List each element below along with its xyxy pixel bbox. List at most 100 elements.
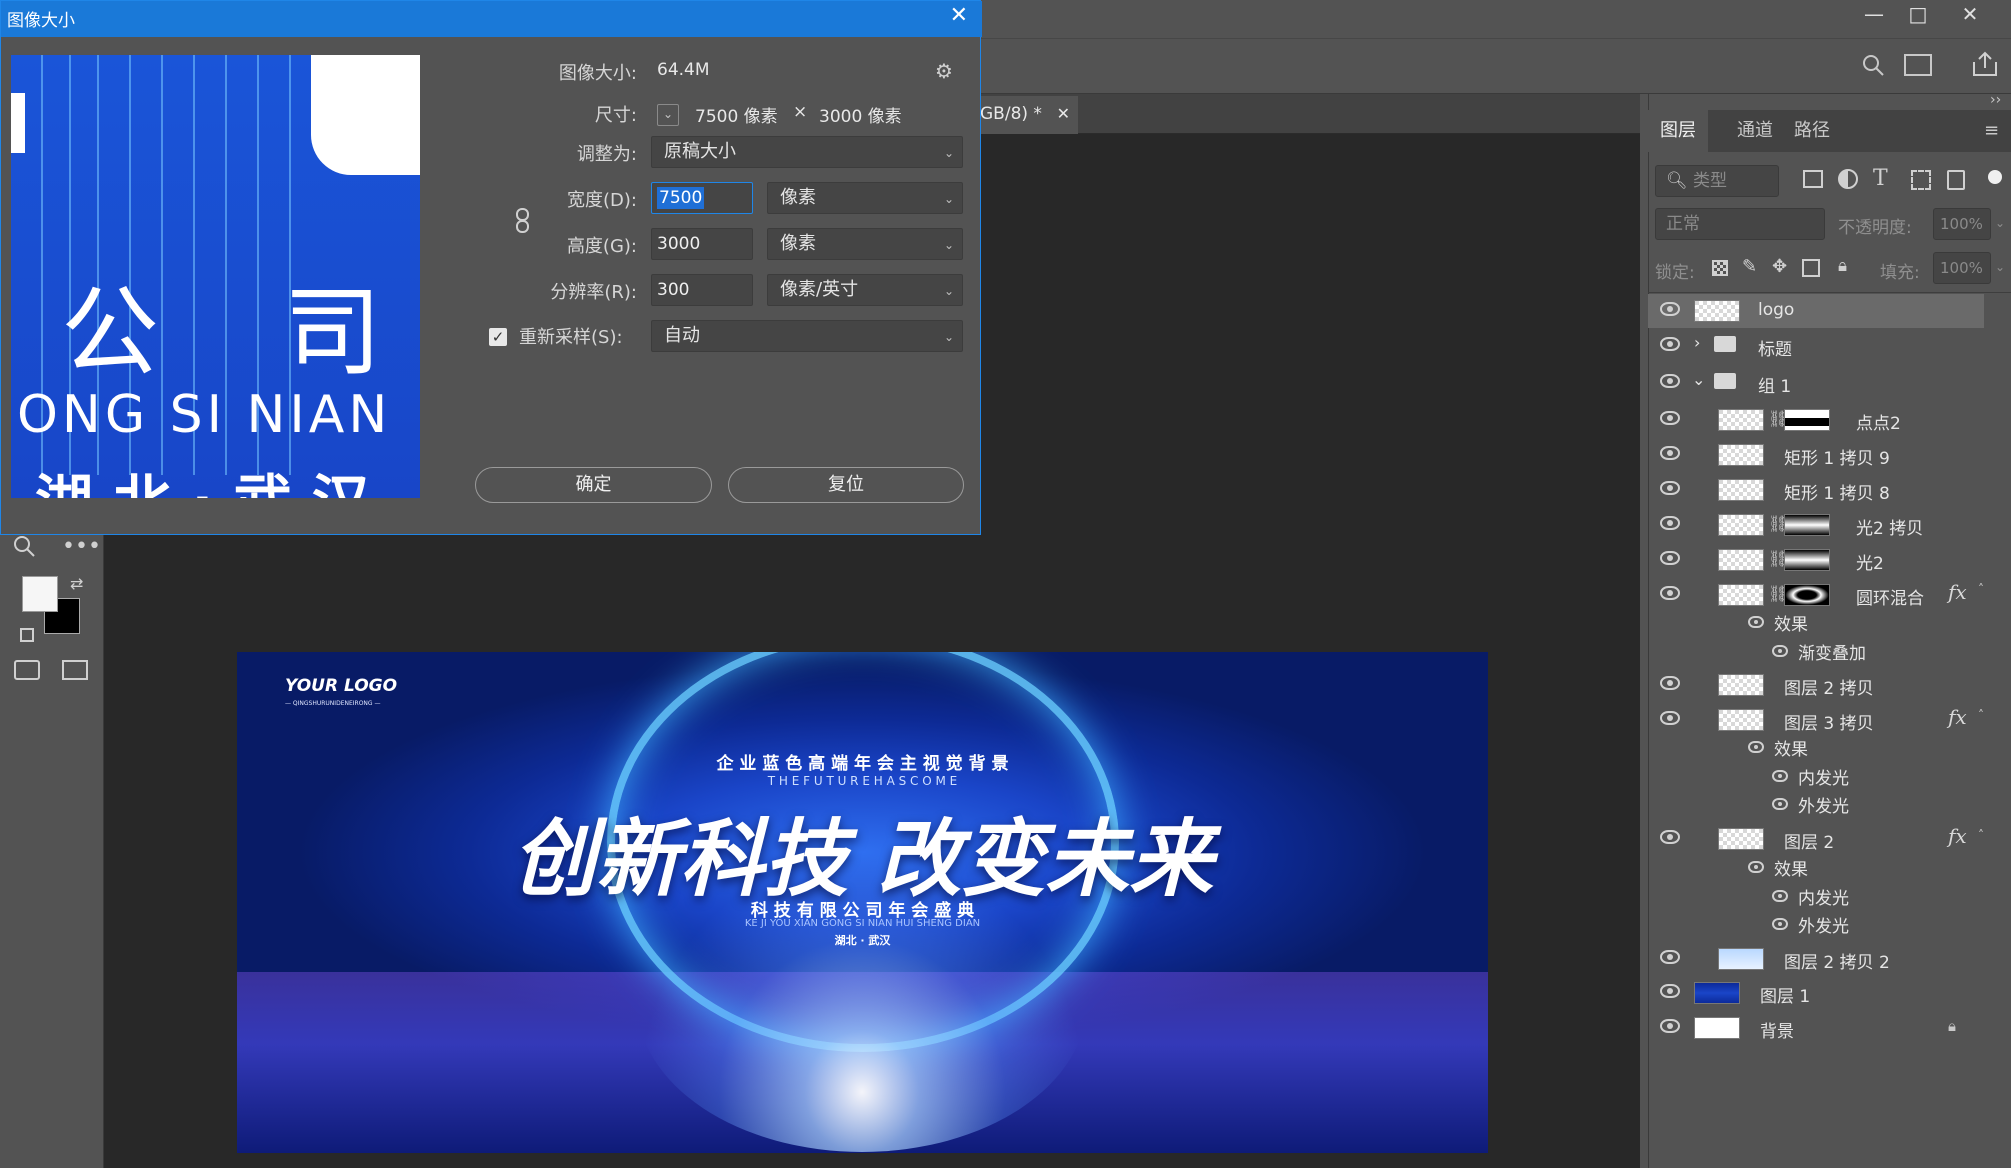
layer-filter-select[interactable]: 🔍︎ 类型 [1655,165,1779,197]
more-tools-icon[interactable]: ••• [62,534,101,559]
document-artwork[interactable]: YOUR LOGO — QINGSHURUNIDENEIRONG — 企 业 蓝… [237,652,1488,1153]
collapse-panels-icon[interactable]: ›› [1990,92,2001,108]
reset-button[interactable]: 复位 [728,467,964,503]
visibility-eye-icon[interactable] [1660,337,1680,351]
visibility-eye-icon[interactable] [1660,302,1680,316]
layer-row[interactable]: 图层 2 拷贝 [1648,668,1984,702]
panel-menu-icon[interactable]: ≡ [1984,120,1999,141]
visibility-eye-icon[interactable] [1772,918,1788,930]
fx-icon[interactable]: fx [1948,824,1967,848]
tab-channels[interactable]: 通道 [1725,110,1785,152]
layer-row[interactable]: 图层 2 [1648,822,1984,856]
layer-row[interactable]: 矩形 1 拷贝 8 [1648,473,1984,507]
layer-row-logo[interactable]: logo [1648,294,1984,328]
ok-button[interactable]: 确定 [475,467,712,503]
visibility-eye-icon[interactable] [1660,830,1680,844]
layer-row[interactable]: 图层 2 拷贝 2 [1648,942,1984,976]
layer-row[interactable]: ⛓︎ 光2 拷贝 [1648,508,1984,542]
resample-checkbox[interactable]: ✓ [489,328,507,346]
effects-header[interactable]: 效果 [1648,608,1984,636]
maximize-icon[interactable]: □ [1892,0,1944,30]
effects-header[interactable]: 效果 [1648,733,1984,761]
visibility-eye-icon[interactable] [1660,586,1680,600]
layer-row-group-title[interactable]: › 标题 [1648,329,1984,363]
layer-row[interactable]: ⛓︎ 圆环混合 [1648,578,1984,612]
visibility-eye-icon[interactable] [1660,711,1680,725]
swap-colors-icon[interactable]: ⇄ [70,574,83,593]
fit-to-select[interactable]: 原稿大小 ⌄ [651,136,963,168]
lock-pixels-icon[interactable]: ✎ [1742,256,1757,277]
screen-mode-icon[interactable] [62,660,88,680]
height-unit-select[interactable]: 像素 ⌄ [767,228,963,260]
lock-transparent-icon[interactable] [1712,260,1728,276]
layer-mask-thumbnail[interactable] [1784,549,1830,571]
workspace-icon[interactable] [1904,54,1932,76]
visibility-eye-icon[interactable] [1772,645,1788,657]
collapse-effects-icon[interactable]: ˄ [1978,828,1984,842]
settings-gear-icon[interactable]: ⚙︎ [935,59,953,83]
width-input[interactable]: 7500 [651,182,753,214]
visibility-eye-icon[interactable] [1660,516,1680,530]
dialog-close-icon[interactable]: ✕ [950,3,968,28]
foreground-color-swatch[interactable] [22,576,58,612]
close-tab-icon[interactable]: ✕ [1057,96,1070,132]
filter-pixel-icon[interactable] [1803,170,1823,188]
visibility-eye-icon[interactable] [1772,890,1788,902]
dimensions-unit-dropdown-icon[interactable]: ⌄ [657,104,679,126]
fx-icon[interactable]: fx [1948,705,1967,729]
collapse-effects-icon[interactable]: ˄ [1978,582,1984,596]
visibility-eye-icon[interactable] [1748,861,1764,873]
image-preview[interactable]: 公 司 ONG SI NIAN 湖 北 · 武 汉 [11,55,420,498]
visibility-eye-icon[interactable] [1660,411,1680,425]
layer-mask-thumbnail[interactable] [1784,584,1830,606]
lock-position-icon[interactable]: ✥ [1772,256,1787,277]
resample-select[interactable]: 自动 ⌄ [651,320,963,352]
visibility-eye-icon[interactable] [1660,676,1680,690]
filter-shape-icon[interactable] [1911,170,1931,190]
fill-input[interactable]: 100% [1933,252,1991,284]
visibility-eye-icon[interactable] [1660,950,1680,964]
tab-layers[interactable]: 图层 [1648,110,1708,152]
lock-artboard-icon[interactable] [1802,259,1820,277]
default-colors-icon[interactable] [20,628,34,642]
layer-row-background[interactable]: 背景 🔒︎ [1648,1011,1984,1045]
blend-mode-select[interactable]: 正常 [1655,208,1825,240]
visibility-eye-icon[interactable] [1660,984,1680,998]
effect-row[interactable]: 外发光 [1648,910,1984,938]
opacity-input[interactable]: 100% [1933,208,1991,240]
visibility-eye-icon[interactable] [1660,374,1680,388]
effects-header[interactable]: 效果 [1648,853,1984,881]
resolution-unit-select[interactable]: 像素/英寸 ⌄ [767,274,963,306]
layer-row[interactable]: ⛓︎ 光2 [1648,543,1984,577]
visibility-eye-icon[interactable] [1660,551,1680,565]
document-tab[interactable]: GB/8) * ✕ [970,96,1078,134]
resolution-input[interactable]: 300 [651,274,753,306]
zoom-tool-icon[interactable] [12,534,38,560]
search-icon[interactable] [1860,52,1886,78]
width-unit-select[interactable]: 像素 ⌄ [767,182,963,214]
tab-paths[interactable]: 路径 [1782,110,1842,152]
effect-row[interactable]: 外发光 [1648,790,1984,818]
visibility-eye-icon[interactable] [1748,616,1764,628]
filter-smart-object-icon[interactable] [1947,170,1965,190]
visibility-eye-icon[interactable] [1660,481,1680,495]
visibility-eye-icon[interactable] [1660,1019,1680,1033]
layer-row-group-1[interactable]: ⌄ 组 1 [1648,366,1984,400]
filter-type-icon[interactable]: T [1873,166,1888,191]
height-input[interactable]: 3000 [651,228,753,260]
quick-mask-icon[interactable] [14,660,40,680]
layer-mask-thumbnail[interactable] [1784,409,1830,431]
visibility-eye-icon[interactable] [1772,798,1788,810]
collapse-effects-icon[interactable]: ˄ [1978,708,1984,722]
visibility-eye-icon[interactable] [1772,770,1788,782]
fill-dropdown-icon[interactable]: ⌄ [1995,260,2005,274]
layer-mask-thumbnail[interactable] [1784,514,1830,536]
close-app-icon[interactable]: ✕ [1944,0,1996,30]
layer-row[interactable]: 图层 1 [1648,976,1984,1010]
collapse-chevron-icon[interactable]: ⌄ [1692,370,1705,389]
effect-row[interactable]: 内发光 [1648,882,1984,910]
layer-row[interactable]: ⛓︎ 点点2 [1648,403,1984,437]
visibility-eye-icon[interactable] [1748,741,1764,753]
share-icon[interactable] [1970,50,2000,78]
fx-icon[interactable]: fx [1948,580,1967,604]
